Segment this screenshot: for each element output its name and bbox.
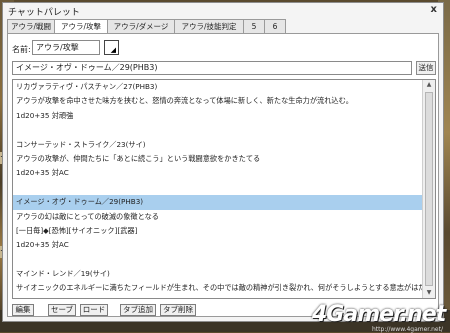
- tab-aura-damage[interactable]: アウラ/ダメージ: [107, 19, 175, 33]
- palette-line[interactable]: アウラが攻撃を命中させた味方を挟むと、怒情の奔流となって体場に新しく、新たな生命…: [13, 94, 423, 108]
- palette-line[interactable]: 1d20+35 対AC: [13, 166, 423, 180]
- scrollbar-thumb[interactable]: [425, 92, 433, 286]
- chat-palette-window: チャットパレット x アウラ/戦闘 アウラ/攻撃 アウラ/ダメージ アウラ/技能…: [2, 2, 444, 322]
- palette-line[interactable]: マインド・レンド／19(サイ): [13, 267, 423, 281]
- palette-line[interactable]: 1d20+35 対頑強: [13, 109, 423, 123]
- palette-line[interactable]: コンサーテッド・ストライク／23(サイ): [13, 138, 423, 152]
- scroll-up-icon[interactable]: ▲: [424, 80, 434, 90]
- tab-aura-attack[interactable]: アウラ/攻撃: [54, 19, 108, 34]
- tab-panel: 名前: アウラ/攻撃 ◢ イメージ・オヴ・ドゥーム／29(PHB3) 送信 リカ…: [7, 33, 439, 317]
- palette-line-selected[interactable]: イメージ・オヴ・ドゥーム／29(PHB3): [13, 195, 423, 210]
- palette-line[interactable]: 1d20+35 対AC: [13, 238, 423, 252]
- edit-button[interactable]: 編集: [12, 304, 34, 316]
- palette-line[interactable]: [一日毎]◆[区域][サイオニック][精神][武器]: [13, 296, 423, 299]
- close-icon[interactable]: x: [431, 4, 437, 15]
- vertical-scrollbar[interactable]: ▲ ▼: [422, 80, 435, 298]
- name-label: 名前:: [12, 45, 31, 54]
- delete-tab-button[interactable]: タブ削除: [160, 304, 196, 316]
- palette-line[interactable]: [一日毎]◆[恐怖][サイオニック][武器]: [13, 224, 423, 238]
- send-button[interactable]: 送信: [416, 61, 436, 75]
- color-picker-button[interactable]: ◢: [104, 40, 119, 55]
- dropdown-arrow-icon: ◢: [110, 46, 116, 54]
- save-button[interactable]: セーブ: [48, 304, 76, 316]
- chat-command-input[interactable]: イメージ・オヴ・ドゥーム／29(PHB3): [12, 61, 412, 75]
- watermark: 4Gamer.net http://www.4gamer.net/: [312, 302, 446, 333]
- tab-6[interactable]: 6: [264, 19, 286, 33]
- scroll-down-icon[interactable]: ▼: [424, 288, 434, 298]
- add-tab-button[interactable]: タブ追加: [120, 304, 156, 316]
- name-input[interactable]: アウラ/攻撃: [32, 40, 100, 55]
- tab-strip: アウラ/戦闘 アウラ/攻撃 アウラ/ダメージ アウラ/技能判定 5 6: [7, 19, 286, 34]
- tab-aura-skill-check[interactable]: アウラ/技能判定: [174, 19, 244, 33]
- watermark-logo: 4Gamer.net: [312, 302, 446, 327]
- palette-line[interactable]: リカヴァラティヴ・パスチャン／27(PHB3): [13, 80, 423, 94]
- palette-line[interactable]: サイオニックのエネルギーに満ちたフィールドが生まれ、その中では敵の精神が引き裂か…: [13, 281, 423, 295]
- palette-list-content: リカヴァラティヴ・パスチャン／27(PHB3) アウラが攻撃を命中させた味方を挟む…: [13, 80, 423, 299]
- palette-line[interactable]: [13, 123, 423, 137]
- load-button[interactable]: ロード: [80, 304, 108, 316]
- window-title: チャットパレット: [8, 8, 80, 18]
- palette-line[interactable]: アウラの攻撃が、仲間たちに「あとに続こう」という戦闘意欲をかきたてる: [13, 152, 423, 166]
- palette-line[interactable]: [13, 253, 423, 267]
- palette-line[interactable]: [13, 181, 423, 195]
- tab-aura-battle[interactable]: アウラ/戦闘: [7, 19, 55, 33]
- tab-5[interactable]: 5: [243, 19, 265, 33]
- palette-line[interactable]: アウラの幻は敵にとっての破滅の象徴となる: [13, 210, 423, 224]
- titlebar: チャットパレット x: [3, 3, 443, 19]
- palette-list[interactable]: リカヴァラティヴ・パスチャン／27(PHB3) アウラが攻撃を命中させた味方を挟む…: [12, 79, 436, 299]
